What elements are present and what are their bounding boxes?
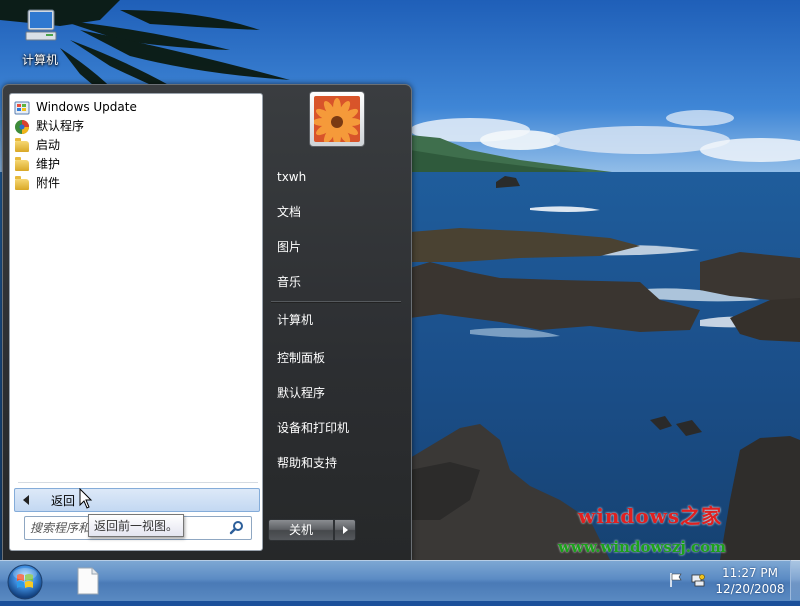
program-item-label: Windows Update	[36, 100, 137, 114]
network-icon[interactable]	[690, 572, 706, 588]
right-item-default-programs[interactable]: 默认程序	[273, 381, 407, 405]
program-item-windows-update[interactable]: Windows Update	[14, 98, 258, 117]
folder-icon	[14, 156, 30, 173]
divider	[271, 301, 401, 303]
search-icon[interactable]	[229, 520, 245, 536]
taskbar-document-button[interactable]	[74, 565, 102, 597]
program-folder-accessories[interactable]: 附件	[14, 174, 258, 193]
program-folder-maintenance[interactable]: 维护	[14, 155, 258, 174]
program-item-label: 默认程序	[36, 119, 85, 133]
start-menu-right-pane: txwh 文档 图片 音乐 计算机 控制面板 默认程序 设备和打印机 帮助和支持	[265, 85, 409, 561]
user-avatar[interactable]	[309, 91, 365, 147]
shutdown-button[interactable]: 关机	[268, 519, 334, 541]
program-folder-startup[interactable]: 启动	[14, 136, 258, 155]
taskbar-clock[interactable]: 11:27 PM 12/20/2008	[712, 565, 788, 597]
program-item-label: 维护	[36, 157, 61, 171]
desktop-icon-computer[interactable]: 计算机	[14, 6, 66, 68]
chevron-right-icon	[342, 526, 348, 534]
right-item-music[interactable]: 音乐	[273, 270, 407, 294]
right-item-control-panel[interactable]: 控制面板	[273, 346, 407, 370]
computer-icon	[25, 9, 57, 41]
desktop-icon-label: 计算机	[21, 53, 58, 67]
show-desktop-button[interactable]	[790, 560, 800, 600]
back-button[interactable]: 返回	[14, 488, 260, 512]
right-item-devices-printers[interactable]: 设备和打印机	[273, 416, 407, 440]
all-programs-list: Windows Update 默认程序 启动 维护 附件	[14, 98, 258, 193]
right-item-pictures[interactable]: 图片	[273, 235, 407, 259]
folder-icon	[14, 175, 30, 192]
windows-logo-icon	[7, 564, 43, 600]
shutdown-options-button[interactable]	[334, 519, 356, 541]
program-item-label: 启动	[36, 138, 61, 152]
mouse-cursor-icon	[79, 488, 93, 509]
program-item-default-programs[interactable]: 默认程序	[14, 117, 258, 136]
action-center-flag-icon[interactable]	[668, 572, 684, 588]
folder-icon	[14, 137, 30, 154]
start-menu-programs-pane: Windows Update 默认程序 启动 维护 附件 返回 搜索程序和文件 …	[9, 93, 263, 551]
watermark-url: www.windowszj.com	[558, 538, 726, 556]
start-menu: Windows Update 默认程序 启动 维护 附件 返回 搜索程序和文件 …	[2, 84, 412, 562]
clock-time: 11:27 PM	[722, 566, 778, 580]
divider	[18, 482, 258, 483]
watermark-title: windows之家	[578, 504, 723, 528]
right-item-help-support[interactable]: 帮助和支持	[273, 451, 407, 475]
back-button-label: 返回	[51, 493, 76, 508]
windows-update-icon	[14, 100, 30, 116]
flower-avatar-icon	[314, 96, 360, 142]
back-arrow-icon	[23, 495, 29, 505]
document-icon	[77, 567, 99, 595]
clock-date: 12/20/2008	[715, 582, 785, 596]
default-programs-icon	[14, 119, 30, 135]
start-button[interactable]	[4, 561, 46, 603]
right-item-documents[interactable]: 文档	[273, 200, 407, 224]
program-item-label: 附件	[36, 176, 61, 190]
right-item-computer[interactable]: 计算机	[273, 308, 407, 332]
right-item-user[interactable]: txwh	[273, 165, 407, 189]
back-tooltip: 返回前一视图。	[88, 514, 185, 537]
watermark: windows之家 www.windowszj.com	[558, 500, 800, 560]
